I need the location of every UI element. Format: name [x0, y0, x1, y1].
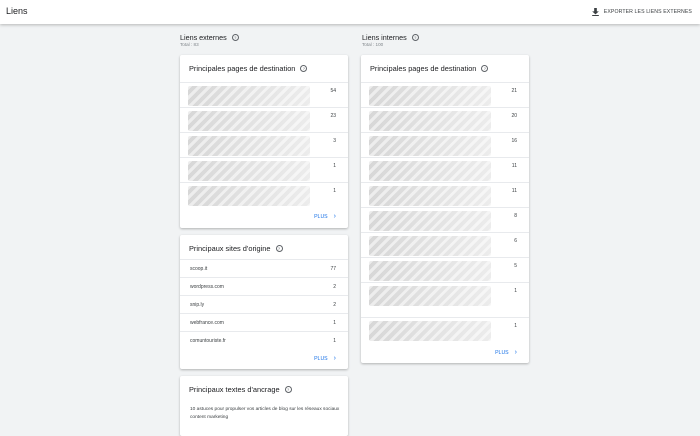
- redacted-url: [369, 236, 491, 256]
- redacted-url: [188, 186, 310, 206]
- redacted-url: [369, 111, 491, 131]
- table-row[interactable]: 21: [361, 82, 529, 108]
- table-row[interactable]: 23: [180, 107, 348, 132]
- internal-links-header: Liens internes? Total : 100: [362, 32, 530, 47]
- table-row[interactable]: 8: [361, 207, 529, 233]
- external-links-header: Liens externes? Total : 83: [180, 32, 348, 47]
- page-title: Liens: [6, 6, 28, 16]
- table-row[interactable]: 1: [361, 282, 529, 308]
- table-row[interactable]: 11: [361, 157, 529, 183]
- more-label: PLUS: [314, 213, 328, 220]
- help-icon[interactable]: ?: [275, 245, 283, 252]
- link-count: 1: [514, 323, 517, 329]
- card-title: Principales pages de destination: [189, 64, 296, 73]
- redacted-url: [188, 136, 310, 156]
- internal-links-total: Total : 100: [362, 42, 384, 47]
- redacted-url: [369, 261, 491, 281]
- help-icon[interactable]: ?: [481, 65, 489, 72]
- origin-site: scoop.it: [190, 266, 208, 272]
- redacted-url: [369, 136, 491, 156]
- link-count: 3: [333, 138, 336, 144]
- redacted-url: [369, 211, 491, 231]
- link-count: 16: [511, 138, 517, 144]
- table-row[interactable]: 16: [361, 132, 529, 158]
- link-count: 5: [514, 263, 517, 269]
- card-title: Principaux sites d'origine: [189, 244, 271, 253]
- table-row[interactable]: 1: [180, 157, 348, 182]
- more-label: PLUS: [495, 349, 509, 356]
- link-count: 2: [333, 284, 336, 290]
- more-button[interactable]: PLUS ›: [314, 213, 336, 220]
- card-title: Principaux textes d'ancrage: [189, 385, 280, 394]
- table-row[interactable]: snip.ly 2: [180, 295, 348, 314]
- table-row[interactable]: 11: [361, 182, 529, 208]
- external-anchor-texts-card: Principaux textes d'ancrage? 10 astuces …: [180, 376, 348, 436]
- help-icon[interactable]: ?: [300, 65, 308, 72]
- redacted-url: [188, 161, 310, 181]
- more-button[interactable]: PLUS ›: [314, 355, 336, 362]
- help-icon[interactable]: ?: [284, 386, 292, 393]
- redacted-url: [188, 111, 310, 131]
- link-count: 77: [330, 266, 336, 272]
- redacted-url: [369, 321, 491, 341]
- link-count: 20: [511, 113, 517, 119]
- internal-links-title: Liens internes: [362, 32, 407, 42]
- table-row[interactable]: 20: [361, 107, 529, 133]
- table-row[interactable]: 3: [180, 132, 348, 157]
- export-external-links-button[interactable]: EXPORTER LES LIENS EXTERNES: [591, 5, 692, 19]
- redacted-url: [369, 186, 491, 206]
- table-row[interactable]: 54: [180, 82, 348, 107]
- table-row[interactable]: 6: [361, 232, 529, 258]
- link-count: 1: [333, 188, 336, 194]
- link-count: 8: [514, 213, 517, 219]
- origin-site: comuntouriste.fr: [190, 338, 226, 344]
- table-row[interactable]: 1: [180, 182, 348, 207]
- link-count: 54: [330, 88, 336, 94]
- external-top-pages-card: Principales pages de destination? 54 23 3 1…: [180, 55, 348, 228]
- link-count: 11: [511, 188, 517, 194]
- chevron-right-icon: ›: [514, 349, 517, 356]
- redacted-url: [369, 286, 491, 306]
- more-label: PLUS: [314, 355, 328, 362]
- redacted-url: [369, 86, 491, 106]
- external-top-sites-card: Principaux sites d'origine? scoop.it 77 wo…: [180, 235, 348, 369]
- card-title: Principales pages de destination: [370, 64, 477, 73]
- table-row[interactable]: wordpress.com 2: [180, 277, 348, 296]
- chevron-right-icon: ›: [333, 213, 336, 220]
- internal-top-pages-card: Principales pages de destination? 21 20 16…: [361, 55, 529, 363]
- link-count: 6: [514, 238, 517, 244]
- table-row[interactable]: webfrance.com 1: [180, 313, 348, 332]
- download-icon: [591, 8, 599, 16]
- table-row[interactable]: comuntouriste.fr 1: [180, 331, 348, 350]
- table-row[interactable]: 1: [361, 317, 529, 343]
- redacted-url: [188, 86, 310, 106]
- link-count: 21: [511, 88, 517, 94]
- external-links-title: Liens externes: [180, 32, 227, 42]
- external-links-total: Total : 83: [180, 42, 199, 47]
- link-count: 2: [333, 302, 336, 308]
- origin-site: snip.ly: [190, 302, 205, 308]
- help-icon[interactable]: ?: [231, 33, 239, 41]
- more-button[interactable]: PLUS ›: [495, 349, 517, 356]
- link-count: 1: [514, 288, 517, 294]
- help-icon[interactable]: ?: [411, 33, 419, 41]
- chevron-right-icon: ›: [333, 355, 336, 362]
- table-row[interactable]: scoop.it 77: [180, 259, 348, 278]
- link-count: 11: [511, 163, 517, 169]
- link-count: 23: [330, 113, 336, 119]
- export-label: EXPORTER LES LIENS EXTERNES: [603, 9, 692, 15]
- anchor-text-item: 10 astuces pour propulser vos articles d…: [190, 407, 340, 420]
- origin-site: wordpress.com: [190, 284, 224, 290]
- redacted-url: [369, 161, 491, 181]
- table-row[interactable]: 5: [361, 257, 529, 283]
- top-app-bar: Liens EXPORTER LES LIENS EXTERNES: [0, 0, 700, 24]
- origin-site: webfrance.com: [190, 320, 224, 326]
- link-count: 1: [333, 338, 336, 344]
- link-count: 1: [333, 163, 336, 169]
- link-count: 1: [333, 320, 336, 326]
